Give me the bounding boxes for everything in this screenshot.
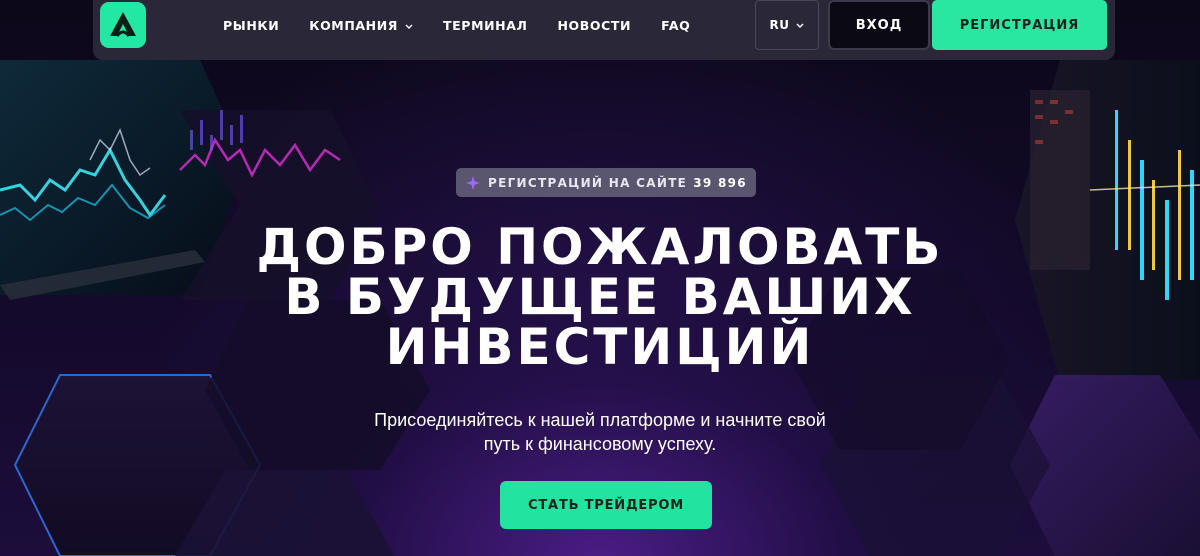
chevron-down-icon [796,18,804,32]
nav-item-label: КОМПАНИЯ [309,17,399,33]
top-navigation: РЫНКИ КОМПАНИЯ ТЕРМИНАЛ НОВОСТИ FAQ RU В… [93,0,1115,60]
registrations-badge: РЕГИСТРАЦИЙ НА САЙТЕ 39 896 [456,168,756,197]
sparkle-icon [466,175,480,190]
landing-page: РЫНКИ КОМПАНИЯ ТЕРМИНАЛ НОВОСТИ FAQ RU В… [0,0,1200,556]
chevron-down-icon [405,18,413,33]
nav-item-label: НОВОСТИ [557,17,632,33]
nav-item-terminal[interactable]: ТЕРМИНАЛ [443,18,527,33]
badge-label: РЕГИСТРАЦИЙ НА САЙТЕ [488,175,688,190]
nav-item-company[interactable]: КОМПАНИЯ [309,18,413,33]
become-trader-button[interactable]: СТАТЬ ТРЕЙДЕРОМ [500,481,712,529]
nav-item-label: FAQ [661,17,691,33]
main-menu: РЫНКИ КОМПАНИЯ ТЕРМИНАЛ НОВОСТИ FAQ [223,0,720,50]
hero-subtitle-line: Присоединяйтесь к нашей платформе и начн… [374,410,826,430]
right-screen-grid [1030,90,1090,270]
hero-title-line: В БУДУЩЕЕ ВАШИХ [284,268,916,326]
language-selector[interactable]: RU [755,0,819,50]
login-button[interactable]: ВХОД [828,0,930,50]
hero-title-line: ИНВЕСТИЦИЙ [385,318,815,376]
nav-item-label: ТЕРМИНАЛ [443,17,528,33]
register-button[interactable]: РЕГИСТРАЦИЯ [932,0,1107,50]
registrations-count: 39 896 [693,175,747,190]
hero-subtitle: Присоединяйтесь к нашей платформе и начн… [300,408,900,456]
nav-item-faq[interactable]: FAQ [661,18,690,33]
logo-a-icon[interactable] [100,2,146,48]
nav-item-markets[interactable]: РЫНКИ [223,18,279,33]
hero-title-line: ДОБРО ПОЖАЛОВАТЬ [256,218,944,276]
hero-title: ДОБРО ПОЖАЛОВАТЬ В БУДУЩЕЕ ВАШИХ ИНВЕСТИ… [200,222,1000,372]
nav-item-news[interactable]: НОВОСТИ [558,18,632,33]
nav-item-label: РЫНКИ [223,17,280,33]
language-label: RU [769,18,790,32]
hero-subtitle-line: путь к финансовому успеху. [483,434,717,454]
